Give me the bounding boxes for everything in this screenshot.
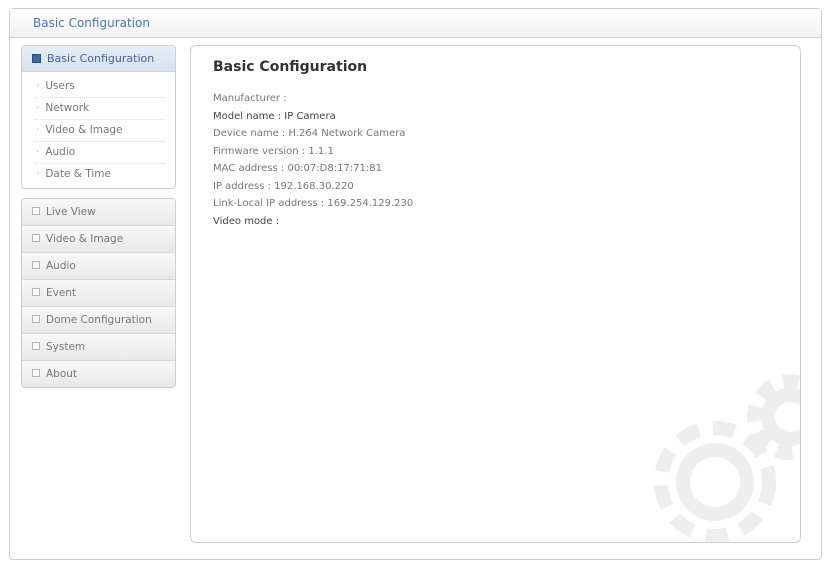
- sidebar-item-label: Audio: [46, 260, 76, 272]
- sidebar-item-system[interactable]: System: [22, 334, 175, 361]
- window-title: Basic Configuration: [10, 9, 821, 38]
- sidebar-item-label: System: [46, 341, 86, 353]
- info-device-name: Device name : H.264 Network Camera: [213, 128, 406, 139]
- sidebar-item-label: About: [46, 368, 78, 380]
- info-link-local-ip: Link-Local IP address : 169.254.129.230: [213, 198, 414, 209]
- submenu-item-label: Video & Image: [45, 124, 123, 136]
- info-video-mode: Video mode :: [213, 215, 280, 227]
- collapsed-square-icon: [32, 234, 40, 242]
- collapsed-square-icon: [32, 369, 40, 377]
- expanded-square-icon: [32, 53, 41, 63]
- sidebar-item-label: Dome Configuration: [46, 314, 152, 326]
- sidebar-item-live-view[interactable]: Live View: [22, 199, 175, 226]
- sidebar-item-basic-configuration[interactable]: Basic Configuration: [22, 46, 175, 72]
- content-panel: Basic Configuration Manufacturer : Model…: [190, 45, 801, 543]
- sidebar-item-audio[interactable]: Audio: [22, 253, 175, 280]
- sidebar-item-dome-configuration[interactable]: Dome Configuration: [22, 307, 175, 334]
- bullet-icon: ·: [36, 80, 40, 92]
- sidebar-item-video-image[interactable]: Video & Image: [22, 226, 175, 253]
- submenu-item-label: Users: [45, 80, 75, 92]
- main-menu: Live View Video & Image Audio Event Dome…: [21, 198, 176, 388]
- gear-watermark-icon: [654, 374, 800, 542]
- collapsed-square-icon: [32, 315, 40, 323]
- submenu-item-network[interactable]: · Network: [34, 98, 165, 120]
- device-info-list: Manufacturer : Model name : IP Camera De…: [213, 90, 413, 230]
- info-ip-address: IP address : 192.168.30.220: [213, 180, 354, 192]
- sidebar-item-event[interactable]: Event: [22, 280, 175, 307]
- bullet-icon: ·: [36, 168, 40, 180]
- sidebar-item-about[interactable]: About: [22, 361, 175, 387]
- sidebar-item-label: Basic Configuration: [47, 52, 155, 65]
- active-menu-group: Basic Configuration · Users · Network · Vid…: [21, 45, 176, 189]
- submenu-item-video-image[interactable]: · Video & Image: [34, 120, 165, 142]
- submenu: · Users · Network · Video & Image · Audio · D…: [22, 72, 175, 188]
- submenu-item-date-time[interactable]: · Date & Time: [34, 164, 165, 185]
- collapsed-square-icon: [32, 261, 40, 269]
- collapsed-square-icon: [32, 342, 40, 350]
- bullet-icon: ·: [36, 124, 40, 136]
- submenu-item-audio[interactable]: · Audio: [34, 142, 165, 164]
- bullet-icon: ·: [36, 102, 40, 114]
- page-title: Basic Configuration: [213, 59, 368, 75]
- info-firmware-version: Firmware version : 1.1.1: [213, 145, 334, 157]
- info-mac-address: MAC address : 00:07:D8:17:71:81: [213, 163, 382, 174]
- info-manufacturer: Manufacturer :: [213, 93, 287, 104]
- submenu-item-users[interactable]: · Users: [34, 76, 165, 98]
- submenu-item-label: Date & Time: [45, 168, 111, 180]
- sidebar-item-label: Video & Image: [46, 233, 124, 245]
- sidebar-item-label: Event: [46, 287, 77, 299]
- collapsed-square-icon: [32, 207, 40, 215]
- sidebar-item-label: Live View: [46, 206, 96, 218]
- info-model-name: Model name : IP Camera: [213, 110, 336, 122]
- bullet-icon: ·: [36, 146, 40, 158]
- sidebar: Basic Configuration · Users · Network · Vid…: [21, 45, 176, 388]
- submenu-item-label: Audio: [45, 146, 76, 158]
- collapsed-square-icon: [32, 288, 40, 296]
- submenu-item-label: Network: [45, 102, 90, 114]
